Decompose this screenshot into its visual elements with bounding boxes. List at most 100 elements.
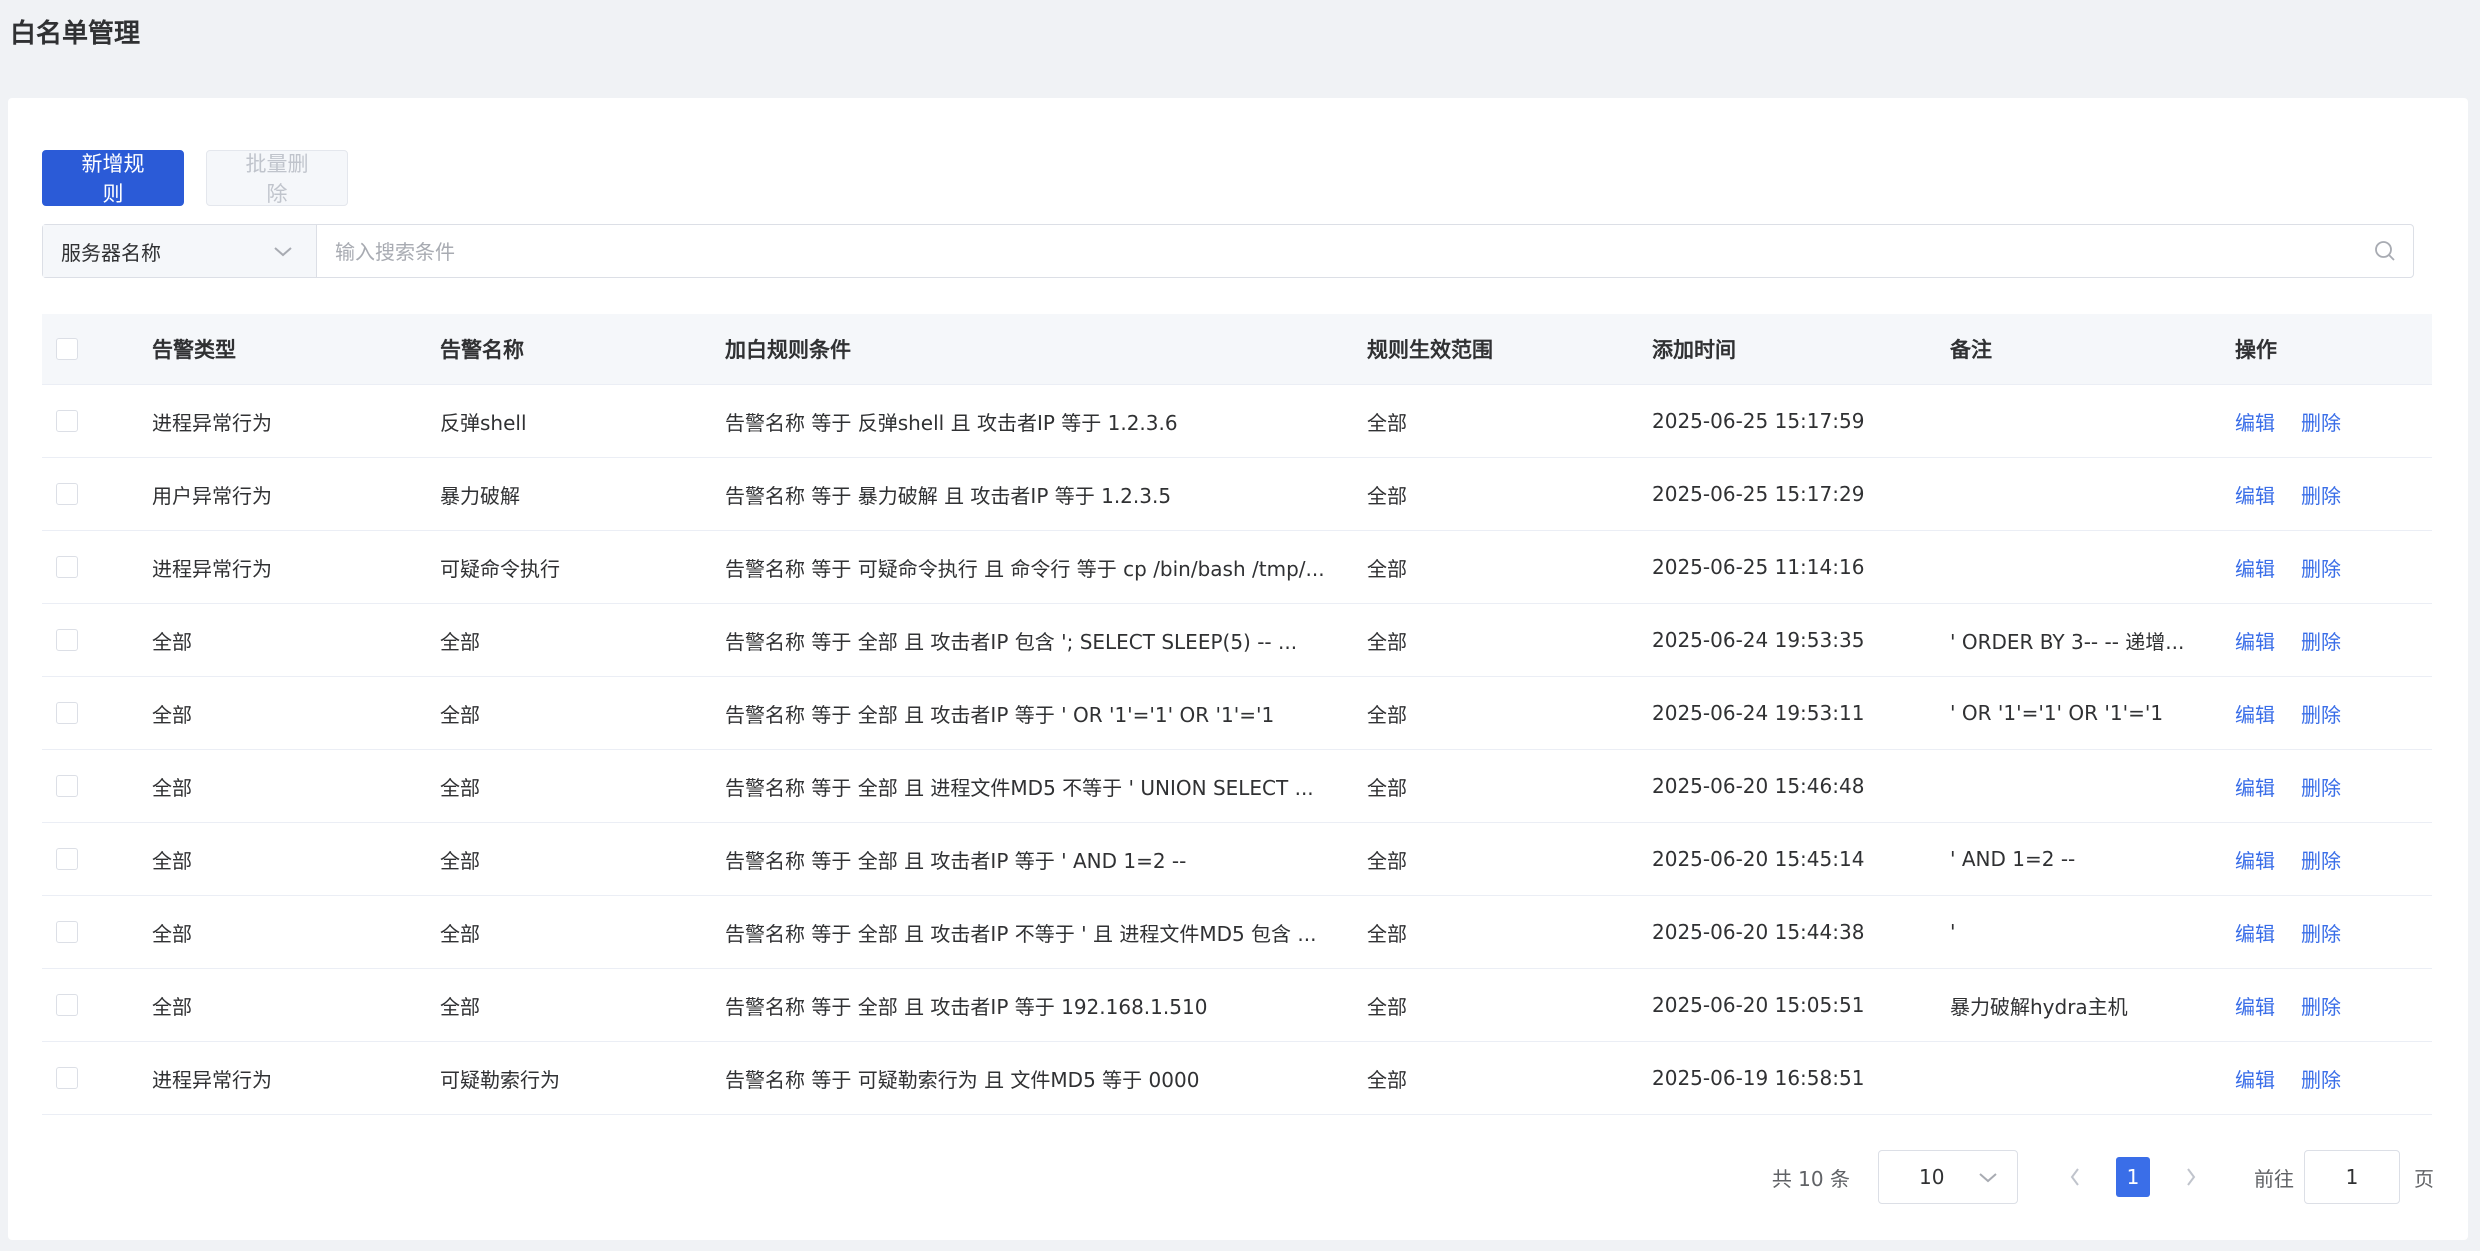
row-checkbox[interactable] (56, 556, 78, 578)
alert-name-cell: 暴力破解 (440, 457, 725, 531)
table-body: 进程异常行为 反弹shell 告警名称 等于 反弹shell 且 攻击者IP 等于 … (42, 384, 2432, 1115)
time-cell: 2025-06-24 19:53:11 (1652, 676, 1950, 750)
condition-cell: 告警名称 等于 暴力破解 且 攻击者IP 等于 1.2.3.5 (725, 457, 1367, 531)
page-size-select[interactable]: 10 (1878, 1150, 2018, 1204)
search-icon[interactable] (2357, 225, 2413, 277)
edit-link[interactable]: 编辑 (2235, 1068, 2275, 1092)
row-select-cell (42, 895, 152, 969)
time-cell: 2025-06-25 11:14:16 (1652, 530, 1950, 604)
next-page-button[interactable] (2174, 1157, 2208, 1197)
delete-link[interactable]: 删除 (2301, 995, 2341, 1019)
alert-name-cell: 全部 (440, 749, 725, 823)
pagination: 共 10 条 10 1 前往 页 (1772, 1150, 2434, 1204)
actions-cell: 编辑 删除 (2235, 676, 2432, 750)
row-select-cell (42, 968, 152, 1042)
column-header: 告警名称 (440, 314, 725, 385)
row-checkbox[interactable] (56, 921, 78, 943)
alert-type-cell: 进程异常行为 (152, 384, 440, 458)
condition-cell: 告警名称 等于 全部 且 攻击者IP 不等于 ' 且 进程文件MD5 包含 ..… (725, 895, 1367, 969)
prev-page-button[interactable] (2058, 1157, 2092, 1197)
edit-link[interactable]: 编辑 (2235, 411, 2275, 435)
alert-type-cell: 用户异常行为 (152, 457, 440, 531)
condition-cell: 告警名称 等于 可疑命令执行 且 命令行 等于 cp /bin/bash /tm… (725, 530, 1367, 604)
alert-name-cell: 可疑命令执行 (440, 530, 725, 604)
column-header: 告警类型 (152, 314, 440, 385)
remark-cell (1950, 384, 2235, 458)
alert-name-cell: 可疑勒索行为 (440, 1041, 725, 1115)
actions-cell: 编辑 删除 (2235, 530, 2432, 604)
batch-delete-button[interactable]: 批量删除 (206, 150, 348, 206)
scope-cell: 全部 (1367, 603, 1652, 677)
main-card: 新增规则 批量删除 服务器名称 告警类型 告警名称 (8, 98, 2468, 1240)
table-row: 全部 全部 告警名称 等于 全部 且 攻击者IP 等于 ' AND 1=2 -- 全部… (42, 822, 2432, 896)
search-bar: 服务器名称 (42, 224, 2414, 279)
search-field-select[interactable]: 服务器名称 (43, 225, 317, 277)
edit-link[interactable]: 编辑 (2235, 703, 2275, 727)
scope-cell: 全部 (1367, 676, 1652, 750)
time-cell: 2025-06-19 16:58:51 (1652, 1041, 1950, 1115)
delete-link[interactable]: 删除 (2301, 776, 2341, 800)
actions-cell: 编辑 删除 (2235, 457, 2432, 531)
table-row: 全部 全部 告警名称 等于 全部 且 进程文件MD5 不等于 ' UNION SEL… (42, 749, 2432, 823)
scope-cell: 全部 (1367, 968, 1652, 1042)
edit-link[interactable]: 编辑 (2235, 849, 2275, 873)
row-select-cell (42, 530, 152, 604)
edit-link[interactable]: 编辑 (2235, 922, 2275, 946)
delete-link[interactable]: 删除 (2301, 411, 2341, 435)
actions-cell: 编辑 删除 (2235, 895, 2432, 969)
chevron-right-icon (2187, 1168, 2196, 1186)
delete-link[interactable]: 删除 (2301, 922, 2341, 946)
page-title: 白名单管理 (10, 19, 141, 49)
edit-link[interactable]: 编辑 (2235, 484, 2275, 508)
alert-type-cell: 进程异常行为 (152, 530, 440, 604)
scope-cell: 全部 (1367, 530, 1652, 604)
condition-cell: 告警名称 等于 可疑勒索行为 且 文件MD5 等于 0000 (725, 1041, 1367, 1115)
alert-type-cell: 全部 (152, 895, 440, 969)
delete-link[interactable]: 删除 (2301, 484, 2341, 508)
alert-name-cell: 全部 (440, 822, 725, 896)
edit-link[interactable]: 编辑 (2235, 995, 2275, 1019)
row-checkbox[interactable] (56, 483, 78, 505)
alert-name-cell: 全部 (440, 968, 725, 1042)
actions-cell: 编辑 删除 (2235, 822, 2432, 896)
page-suffix: 页 (2414, 1166, 2434, 1191)
condition-cell: 告警名称 等于 全部 且 进程文件MD5 不等于 ' UNION SELECT … (725, 749, 1367, 823)
delete-link[interactable]: 删除 (2301, 557, 2341, 581)
page-number-current[interactable]: 1 (2116, 1157, 2150, 1197)
delete-link[interactable]: 删除 (2301, 703, 2341, 727)
scope-cell: 全部 (1367, 384, 1652, 458)
pagination-total: 共 10 条 (1771, 1166, 1850, 1191)
edit-link[interactable]: 编辑 (2235, 557, 2275, 581)
delete-link[interactable]: 删除 (2301, 630, 2341, 654)
alert-name-cell: 全部 (440, 895, 725, 969)
goto-page-input[interactable] (2304, 1150, 2400, 1204)
time-cell: 2025-06-20 15:44:38 (1652, 895, 1950, 969)
remark-cell (1950, 1041, 2235, 1115)
alert-name-cell: 反弹shell (440, 384, 725, 458)
row-checkbox[interactable] (56, 410, 78, 432)
remark-cell (1950, 530, 2235, 604)
time-cell: 2025-06-20 15:46:48 (1652, 749, 1950, 823)
table-row: 全部 全部 告警名称 等于 全部 且 攻击者IP 等于 192.168.1.510 全… (42, 968, 2432, 1042)
search-input[interactable] (317, 225, 2357, 279)
alert-type-cell: 进程异常行为 (152, 1041, 440, 1115)
row-checkbox[interactable] (56, 994, 78, 1016)
row-checkbox[interactable] (56, 848, 78, 870)
row-checkbox[interactable] (56, 629, 78, 651)
scope-cell: 全部 (1367, 457, 1652, 531)
table-row: 进程异常行为 反弹shell 告警名称 等于 反弹shell 且 攻击者IP 等于 … (42, 384, 2432, 458)
time-cell: 2025-06-24 19:53:35 (1652, 603, 1950, 677)
row-checkbox[interactable] (56, 1067, 78, 1089)
edit-link[interactable]: 编辑 (2235, 776, 2275, 800)
select-all-checkbox[interactable] (56, 338, 78, 360)
row-select-cell (42, 603, 152, 677)
row-checkbox[interactable] (56, 702, 78, 724)
delete-link[interactable]: 删除 (2301, 849, 2341, 873)
time-cell: 2025-06-20 15:05:51 (1652, 968, 1950, 1042)
row-checkbox[interactable] (56, 775, 78, 797)
edit-link[interactable]: 编辑 (2235, 630, 2275, 654)
delete-link[interactable]: 删除 (2301, 1068, 2341, 1092)
row-select-cell (42, 676, 152, 750)
search-field-selected: 服务器名称 (61, 240, 161, 265)
add-rule-button[interactable]: 新增规则 (42, 150, 184, 206)
